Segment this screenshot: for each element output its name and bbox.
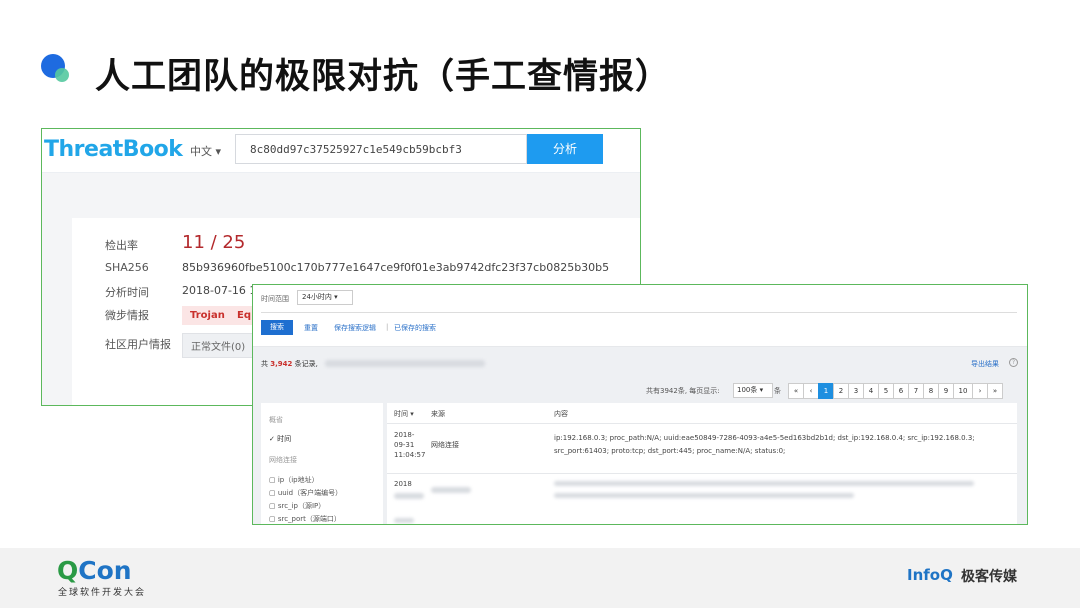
- page-7-button[interactable]: 7: [908, 383, 924, 399]
- page-10-button[interactable]: 10: [953, 383, 973, 399]
- sha256-value: 85b936960fbe5100c170b777e1647ce9f0f01e3a…: [182, 261, 610, 274]
- row1-source: 网络连接: [431, 441, 459, 449]
- search-toolbar: 时间范围 24小时内 ▾ 搜索 重置 保存搜索逻辑 | 已保存的搜索: [253, 285, 1027, 347]
- slide-title: 人工团队的极限对抗（手工查情报）: [95, 57, 672, 97]
- analysis-time-label: 分析时间: [105, 286, 149, 299]
- page-8-button[interactable]: 8: [923, 383, 939, 399]
- page-next-button[interactable]: ›: [972, 383, 988, 399]
- qcon-logo: QCon: [57, 556, 132, 585]
- export-results-link[interactable]: 导出结果: [971, 359, 999, 369]
- page-1-button[interactable]: 1: [818, 383, 834, 399]
- page-size-suffix: 条: [774, 387, 781, 395]
- hash-search-input[interactable]: 8c80dd97c37525927c1e549cb59bcbf3: [235, 134, 527, 164]
- field-uuid[interactable]: ▢ uuid（客户端编号）: [269, 488, 342, 498]
- analyze-button[interactable]: 分析: [527, 134, 603, 164]
- threatbook-header: ThreatBook 中文 ▾ 8c80dd97c37525927c1e549c…: [42, 129, 640, 173]
- field-src-port[interactable]: ▢ src_port（源端口）: [269, 514, 341, 524]
- page-prev-button[interactable]: ‹: [803, 383, 819, 399]
- field-ip[interactable]: ▢ ip（ip地址）: [269, 475, 319, 485]
- row-divider: [387, 473, 1017, 474]
- slide: 人工团队的极限对抗（手工查情报） ThreatBook 中文 ▾ 8c80dd9…: [0, 0, 1080, 608]
- row2-time: 2018: [394, 480, 412, 488]
- page-2-button[interactable]: 2: [833, 383, 849, 399]
- column-content: 内容: [554, 410, 568, 418]
- blurred-row2-time: [394, 493, 424, 499]
- intel-tags-label: 微步情报: [105, 309, 149, 322]
- log-search-screenshot: 时间范围 24小时内 ▾ 搜索 重置 保存搜索逻辑 | 已保存的搜索 共 3,9…: [252, 284, 1028, 525]
- page-5-button[interactable]: 5: [878, 383, 894, 399]
- query-input[interactable]: [261, 312, 1017, 313]
- page-last-button[interactable]: »: [987, 383, 1003, 399]
- page-size-select[interactable]: 100条 ▾: [733, 383, 773, 398]
- search-button[interactable]: 搜索: [261, 320, 293, 335]
- geek-media-logo: 极客传媒: [961, 569, 1017, 585]
- page-3-button[interactable]: 3: [848, 383, 864, 399]
- header-divider: [387, 423, 1017, 424]
- slide-footer: QCon 全球软件开发大会 InfoQ 极客传媒: [0, 548, 1080, 608]
- normal-file-button[interactable]: 正常文件(0): [182, 333, 255, 358]
- blurred-query: [325, 360, 485, 367]
- saved-searches-link[interactable]: 已保存的搜索: [394, 323, 436, 333]
- result-count: 共 3,942 条记录,: [261, 360, 318, 368]
- hash-search-value: 8c80dd97c37525927c1e549cb59bcbf3: [250, 143, 462, 156]
- pager-info: 共有3942条, 每页显示:: [646, 387, 720, 395]
- qcon-subtitle: 全球软件开发大会: [58, 588, 147, 598]
- link-divider: |: [386, 323, 389, 331]
- detection-value: 11 / 25: [182, 232, 246, 253]
- row1-content-line1: ip:192.168.0.3; proc_path:N/A; uuid:eae5…: [554, 434, 975, 442]
- blurred-row2-content2: [554, 493, 854, 498]
- blurred-row2-content1: [554, 481, 974, 486]
- pagination: « ‹ 1 2 3 4 5 6 7 8 9 10 › »: [788, 383, 1003, 399]
- row1-time: 2018- 09-31 11:04:57: [394, 431, 426, 459]
- sha256-label: SHA256: [105, 261, 149, 274]
- results-table: 时间 ▾ 来源 内容 2018- 09-31 11:04:57 网络连接 ip:…: [387, 403, 1017, 524]
- blurred-row2-source: [431, 487, 471, 493]
- infoq-logo: InfoQ: [907, 566, 953, 584]
- save-search-link[interactable]: 保存搜索逻辑: [334, 323, 376, 333]
- community-label: 社区用户情报: [105, 338, 171, 351]
- page-6-button[interactable]: 6: [893, 383, 909, 399]
- tag-trojan[interactable]: Trojan: [182, 306, 233, 325]
- time-range-select[interactable]: 24小时内 ▾: [297, 290, 353, 305]
- column-source: 来源: [431, 410, 445, 418]
- reset-link[interactable]: 重置: [304, 323, 318, 333]
- field-panel: 概省 ✓ 时间 网络连接 ▢ ip（ip地址） ▢ uuid（客户端编号） ▢ …: [261, 403, 383, 524]
- language-dropdown[interactable]: 中文 ▾: [190, 143, 221, 159]
- column-time[interactable]: 时间 ▾: [394, 409, 414, 419]
- field-time[interactable]: ✓ 时间: [269, 434, 291, 444]
- panel-head-network: 网络连接: [269, 456, 297, 464]
- page-9-button[interactable]: 9: [938, 383, 954, 399]
- threatbook-logo[interactable]: ThreatBook: [44, 137, 183, 162]
- help-icon[interactable]: ?: [1009, 358, 1018, 367]
- detection-label: 检出率: [105, 239, 138, 252]
- time-range-label: 时间范围: [261, 295, 289, 303]
- page-4-button[interactable]: 4: [863, 383, 879, 399]
- page-first-button[interactable]: «: [788, 383, 804, 399]
- row1-content-line2: src_port:61403; proto:tcp; dst_port:445;…: [554, 447, 786, 455]
- blurred-row3: [394, 518, 414, 523]
- panel-head-overview: 概省: [269, 416, 283, 424]
- field-src-ip[interactable]: ▢ src_ip（源IP）: [269, 501, 325, 511]
- title-bullet-icon: [41, 54, 69, 82]
